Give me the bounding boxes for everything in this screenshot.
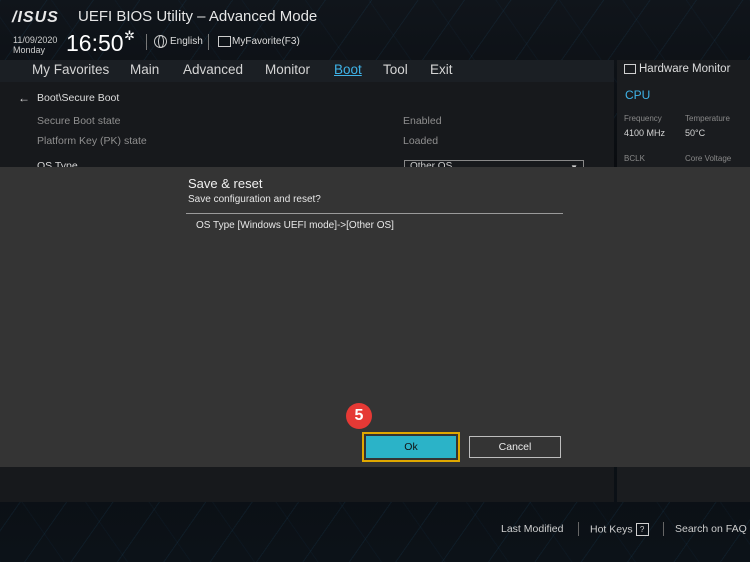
setting-label: Secure Boot state bbox=[37, 115, 121, 127]
hot-keys-label: Hot Keys bbox=[590, 523, 633, 536]
day-text: Monday bbox=[13, 45, 46, 55]
tab-my-favorites[interactable]: My Favorites bbox=[32, 62, 109, 77]
footer-divider bbox=[663, 522, 664, 536]
clock: 16:50 bbox=[66, 30, 124, 56]
dialog-title: Save & reset bbox=[188, 176, 263, 191]
ok-button[interactable]: Ok bbox=[366, 436, 456, 458]
app-title: UEFI BIOS Utility – Advanced Mode bbox=[78, 8, 318, 25]
dialog-change-item: OS Type [Windows UEFI mode]->[Other OS] bbox=[196, 220, 394, 231]
search-faq-button[interactable]: Search on FAQ bbox=[675, 523, 747, 535]
dialog-subtitle: Save configuration and reset? bbox=[188, 194, 321, 205]
hot-keys-button[interactable]: Hot Keys? bbox=[590, 523, 649, 536]
last-modified-button[interactable]: Last Modified bbox=[501, 523, 563, 535]
hardware-monitor-title: Hardware Monitor bbox=[639, 63, 731, 75]
header: /ISUS UEFI BIOS Utility – Advanced Mode … bbox=[0, 0, 750, 60]
monitor-icon bbox=[624, 64, 636, 74]
date-display: 11/09/2020 Monday bbox=[13, 35, 57, 55]
help-icon: ? bbox=[635, 523, 649, 536]
tab-main[interactable]: Main bbox=[130, 62, 159, 77]
dialog-divider bbox=[186, 213, 563, 214]
tab-exit[interactable]: Exit bbox=[430, 62, 453, 77]
tab-boot[interactable]: Boot bbox=[334, 62, 362, 77]
menu-bar: My Favorites Main Advanced Monitor Boot … bbox=[0, 60, 614, 82]
tab-monitor[interactable]: Monitor bbox=[265, 62, 310, 77]
asus-logo: /ISUS bbox=[12, 9, 59, 26]
cpu-section-title: CPU bbox=[625, 88, 651, 102]
frequency-value: 4100 MHz bbox=[624, 128, 666, 138]
core-voltage-label: Core Voltage bbox=[685, 154, 732, 163]
header-divider bbox=[208, 34, 209, 50]
step-number-badge: 5 bbox=[346, 403, 372, 429]
setting-label: Platform Key (PK) state bbox=[37, 135, 147, 147]
header-divider bbox=[146, 34, 147, 50]
cancel-button[interactable]: Cancel bbox=[469, 436, 561, 458]
globe-icon[interactable] bbox=[154, 35, 167, 48]
my-favorite-button[interactable]: MyFavorite(F3) bbox=[232, 36, 300, 47]
bclk-label: BCLK bbox=[624, 154, 645, 163]
tab-tool[interactable]: Tool bbox=[383, 62, 408, 77]
setting-value: Enabled bbox=[403, 115, 442, 127]
save-reset-dialog bbox=[0, 167, 750, 467]
favorite-icon[interactable] bbox=[218, 36, 231, 47]
temperature-label: Temperature bbox=[685, 114, 730, 123]
footer-divider bbox=[578, 522, 579, 536]
temperature-value: 50°C bbox=[685, 128, 706, 138]
breadcrumb: Boot\Secure Boot bbox=[37, 92, 120, 104]
setting-value: Loaded bbox=[403, 135, 439, 147]
back-arrow-icon[interactable]: ← bbox=[18, 91, 30, 105]
frequency-label: Frequency bbox=[624, 114, 662, 123]
language-selector[interactable]: English bbox=[170, 36, 203, 47]
date-text: 11/09/2020 bbox=[13, 35, 58, 45]
gear-icon[interactable]: ✲ bbox=[124, 28, 135, 44]
tab-advanced[interactable]: Advanced bbox=[183, 62, 243, 77]
